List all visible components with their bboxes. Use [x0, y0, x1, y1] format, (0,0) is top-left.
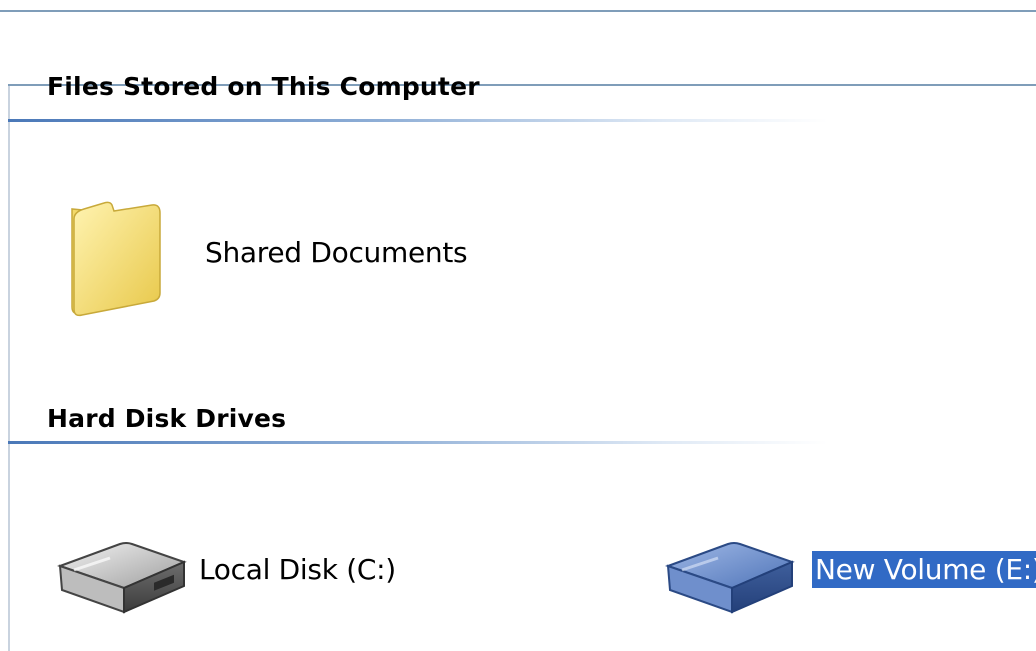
hard-drive-icon	[57, 542, 187, 614]
group-header-label: Files Stored on This Computer	[47, 76, 480, 101]
shared-documents-item[interactable]: Shared Documents	[64, 195, 470, 319]
local-disk-c-label: Local Disk (C:)	[199, 552, 396, 586]
pane-left-edge	[8, 85, 10, 651]
group-divider	[8, 441, 828, 444]
explorer-content-pane: Files Stored on This Computer Shared Doc…	[0, 0, 1036, 651]
group-header-files-stored: Files Stored on This Computer	[47, 76, 480, 114]
shared-documents-label: Shared Documents	[205, 235, 468, 269]
hard-drive-selected-icon	[665, 542, 795, 614]
group-header-hard-disk-drives: Hard Disk Drives	[47, 404, 287, 433]
group-divider	[8, 119, 828, 122]
new-volume-e-label: New Volume (E:)	[812, 550, 1036, 588]
pane-top-border	[0, 10, 1036, 12]
folder-icon	[71, 201, 161, 317]
new-volume-e-item[interactable]: New Volume (E:)	[664, 530, 1036, 624]
local-disk-c-item[interactable]: Local Disk (C:)	[52, 530, 399, 624]
